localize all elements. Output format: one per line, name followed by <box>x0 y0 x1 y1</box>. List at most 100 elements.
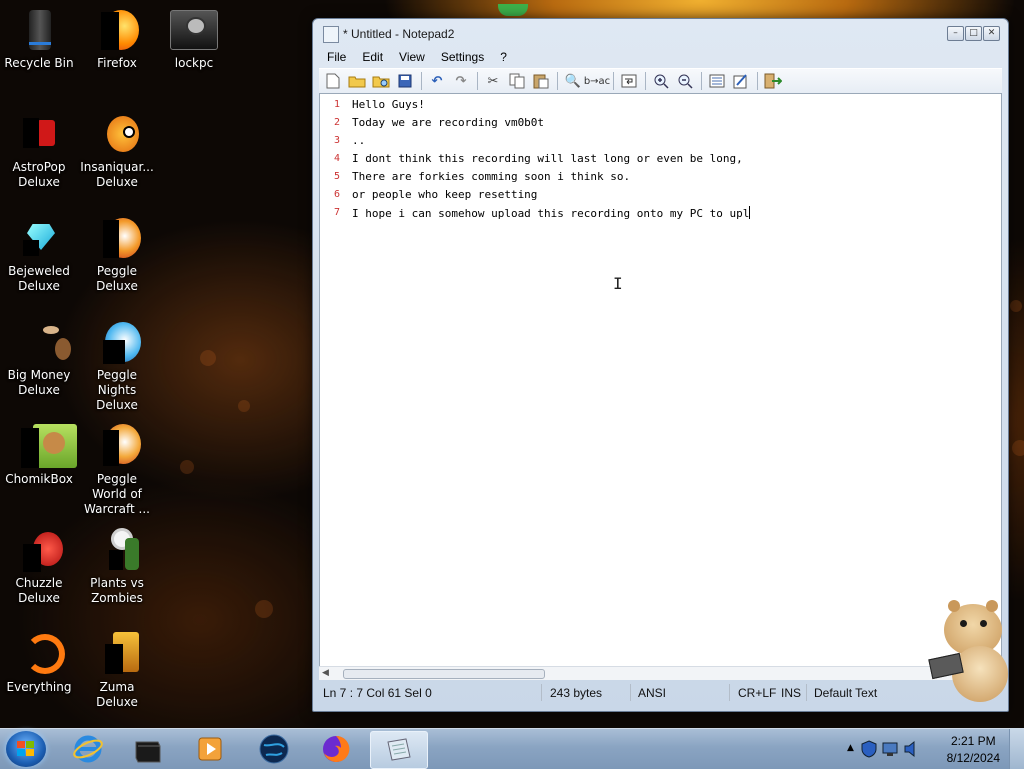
replace-icon: b→ac <box>583 75 611 87</box>
save-button[interactable] <box>395 71 415 91</box>
customize-icon <box>733 74 747 89</box>
replace-button[interactable]: b→ac <box>583 71 611 91</box>
desktop-icon-label: Peggle Nights Deluxe <box>96 368 138 412</box>
show-hidden-icons-icon[interactable]: ▲ <box>847 743 854 753</box>
scrollbar-thumb[interactable] <box>343 669 545 679</box>
desktop-icon-chomikbox[interactable]: ChomikBox <box>0 424 78 487</box>
copy-button[interactable] <box>507 71 527 91</box>
open-icon <box>348 76 366 88</box>
menu-bar: File Edit View Settings ? <box>319 47 1002 67</box>
big-money-icon <box>17 320 71 364</box>
close-button[interactable]: ✕ <box>983 26 1000 41</box>
plants-vs-zombies-icon <box>95 528 139 572</box>
window-title: * Untitled - Notepad2 <box>343 27 455 41</box>
desktop-icon-recycle-bin[interactable]: Recycle Bin <box>0 8 78 71</box>
desktop-icon-peggle-wow[interactable]: Peggle World of Warcraft ... <box>78 424 156 517</box>
taskbar-media-player[interactable] <box>182 731 238 767</box>
notepad2-window[interactable]: * Untitled - Notepad2 – □ ✕ File Edit Vi… <box>312 18 1009 712</box>
desktop-icon-bejeweled[interactable]: Bejeweled Deluxe <box>0 216 78 294</box>
status-divider <box>806 684 807 701</box>
open-button[interactable] <box>347 71 367 91</box>
plant-decoration <box>498 4 528 16</box>
desktop-icon-peggle[interactable]: Peggle Deluxe <box>78 216 156 294</box>
scroll-left-icon[interactable]: ◀ <box>322 668 329 678</box>
show-desktop-button[interactable] <box>1009 729 1024 769</box>
toolbar: ↶ ↷ ✂ 🔍 b→ac <box>319 68 1002 94</box>
cut-button[interactable]: ✂ <box>483 71 503 91</box>
maximize-button[interactable]: □ <box>965 26 982 41</box>
exit-icon <box>764 73 782 89</box>
clock[interactable]: 2:21 PM 8/12/2024 <box>947 733 1000 767</box>
security-shield-icon[interactable] <box>861 740 877 758</box>
text-area[interactable]: Hello Guys! Today we are recording vm0b0… <box>352 94 1001 667</box>
horizontal-scrollbar[interactable]: ◀ <box>319 666 1002 680</box>
desktop-icon-astropop[interactable]: AstroPop Deluxe <box>0 112 78 190</box>
word-wrap-button[interactable] <box>619 71 639 91</box>
ibeam-cursor-icon: I <box>613 274 623 293</box>
chuzzle-icon <box>17 528 63 572</box>
zoom-out-button[interactable] <box>675 71 695 91</box>
taskbar-internet-explorer[interactable] <box>60 731 116 767</box>
line-number: 6 <box>333 189 340 200</box>
desktop-icon-firefox[interactable]: Firefox <box>78 8 156 71</box>
desktop-icon-label: Firefox <box>97 56 137 70</box>
taskbar: ▲ 2:21 PM 8/12/2024 <box>0 728 1024 769</box>
scheme-icon <box>709 74 725 88</box>
save-icon <box>398 74 412 88</box>
undo-icon: ↶ <box>431 73 443 89</box>
browse-button[interactable] <box>371 71 391 91</box>
taskbar-vmware[interactable] <box>120 731 176 767</box>
toolbar-separator <box>701 72 702 90</box>
desktop-icon-everything[interactable]: Everything <box>0 632 78 695</box>
menu-file[interactable]: File <box>319 47 354 67</box>
line-number: 3 <box>333 135 340 146</box>
network-icon[interactable] <box>881 741 899 757</box>
peggle-wow-icon <box>95 424 141 468</box>
lockpc-icon <box>170 8 218 52</box>
desktop-icon-plants-vs-zombies[interactable]: Plants vs Zombies <box>78 528 156 606</box>
customize-button[interactable] <box>731 71 751 91</box>
desktop-icon-label: Recycle Bin <box>4 56 74 70</box>
toolbar-separator <box>477 72 478 90</box>
desktop-icon-label: Chuzzle Deluxe <box>15 576 63 605</box>
peggle-nights-icon <box>95 320 141 364</box>
desktop-icon-label: Everything <box>6 680 72 694</box>
desktop-icon-chuzzle[interactable]: Chuzzle Deluxe <box>0 528 78 606</box>
volume-icon[interactable] <box>903 740 919 758</box>
title-bar[interactable]: * Untitled - Notepad2 – □ ✕ <box>313 19 1008 47</box>
undo-button[interactable]: ↶ <box>427 71 447 91</box>
menu-view[interactable]: View <box>391 47 433 67</box>
line-number: 4 <box>333 153 340 164</box>
menu-help[interactable]: ? <box>492 47 515 67</box>
recycle-bin-icon <box>17 8 61 52</box>
desktop-icon-peggle-nights[interactable]: Peggle Nights Deluxe <box>78 320 156 413</box>
globe-icon <box>259 734 289 764</box>
desktop-icon-label: Peggle World of Warcraft ... <box>84 472 150 516</box>
internet-explorer-icon <box>73 735 103 763</box>
new-button[interactable] <box>323 71 343 91</box>
paste-icon <box>533 74 549 89</box>
desktop-icon-big-money[interactable]: Big Money Deluxe <box>0 320 78 398</box>
line-number: 5 <box>333 171 340 182</box>
taskbar-notepad2[interactable] <box>370 731 428 769</box>
redo-button[interactable]: ↷ <box>451 71 471 91</box>
status-position: Ln 7 : 7 Col 61 Sel 0 <box>323 686 432 700</box>
toolbar-separator <box>613 72 614 90</box>
start-button[interactable] <box>6 731 46 767</box>
scheme-button[interactable] <box>707 71 727 91</box>
taskbar-firefox[interactable] <box>308 731 364 767</box>
desktop-icon-zuma[interactable]: Zuma Deluxe <box>78 632 156 710</box>
desktop-icon-lockpc[interactable]: lockpc <box>155 8 233 71</box>
exit-button[interactable] <box>763 71 783 91</box>
zoom-in-button[interactable] <box>651 71 671 91</box>
text-editor[interactable]: 1 2 3 4 5 6 7 Hello Guys! Today we are r… <box>319 93 1002 668</box>
menu-settings[interactable]: Settings <box>433 47 492 67</box>
desktop-icon-insaniquarium[interactable]: Insaniquar... Deluxe <box>78 112 156 190</box>
paste-button[interactable] <box>531 71 551 91</box>
find-button[interactable]: 🔍 <box>563 71 583 91</box>
minimize-button[interactable]: – <box>947 26 964 41</box>
maximize-icon: □ <box>969 28 978 38</box>
menu-edit[interactable]: Edit <box>354 47 391 67</box>
taskbar-globe[interactable] <box>246 731 302 767</box>
toolbar-separator <box>557 72 558 90</box>
